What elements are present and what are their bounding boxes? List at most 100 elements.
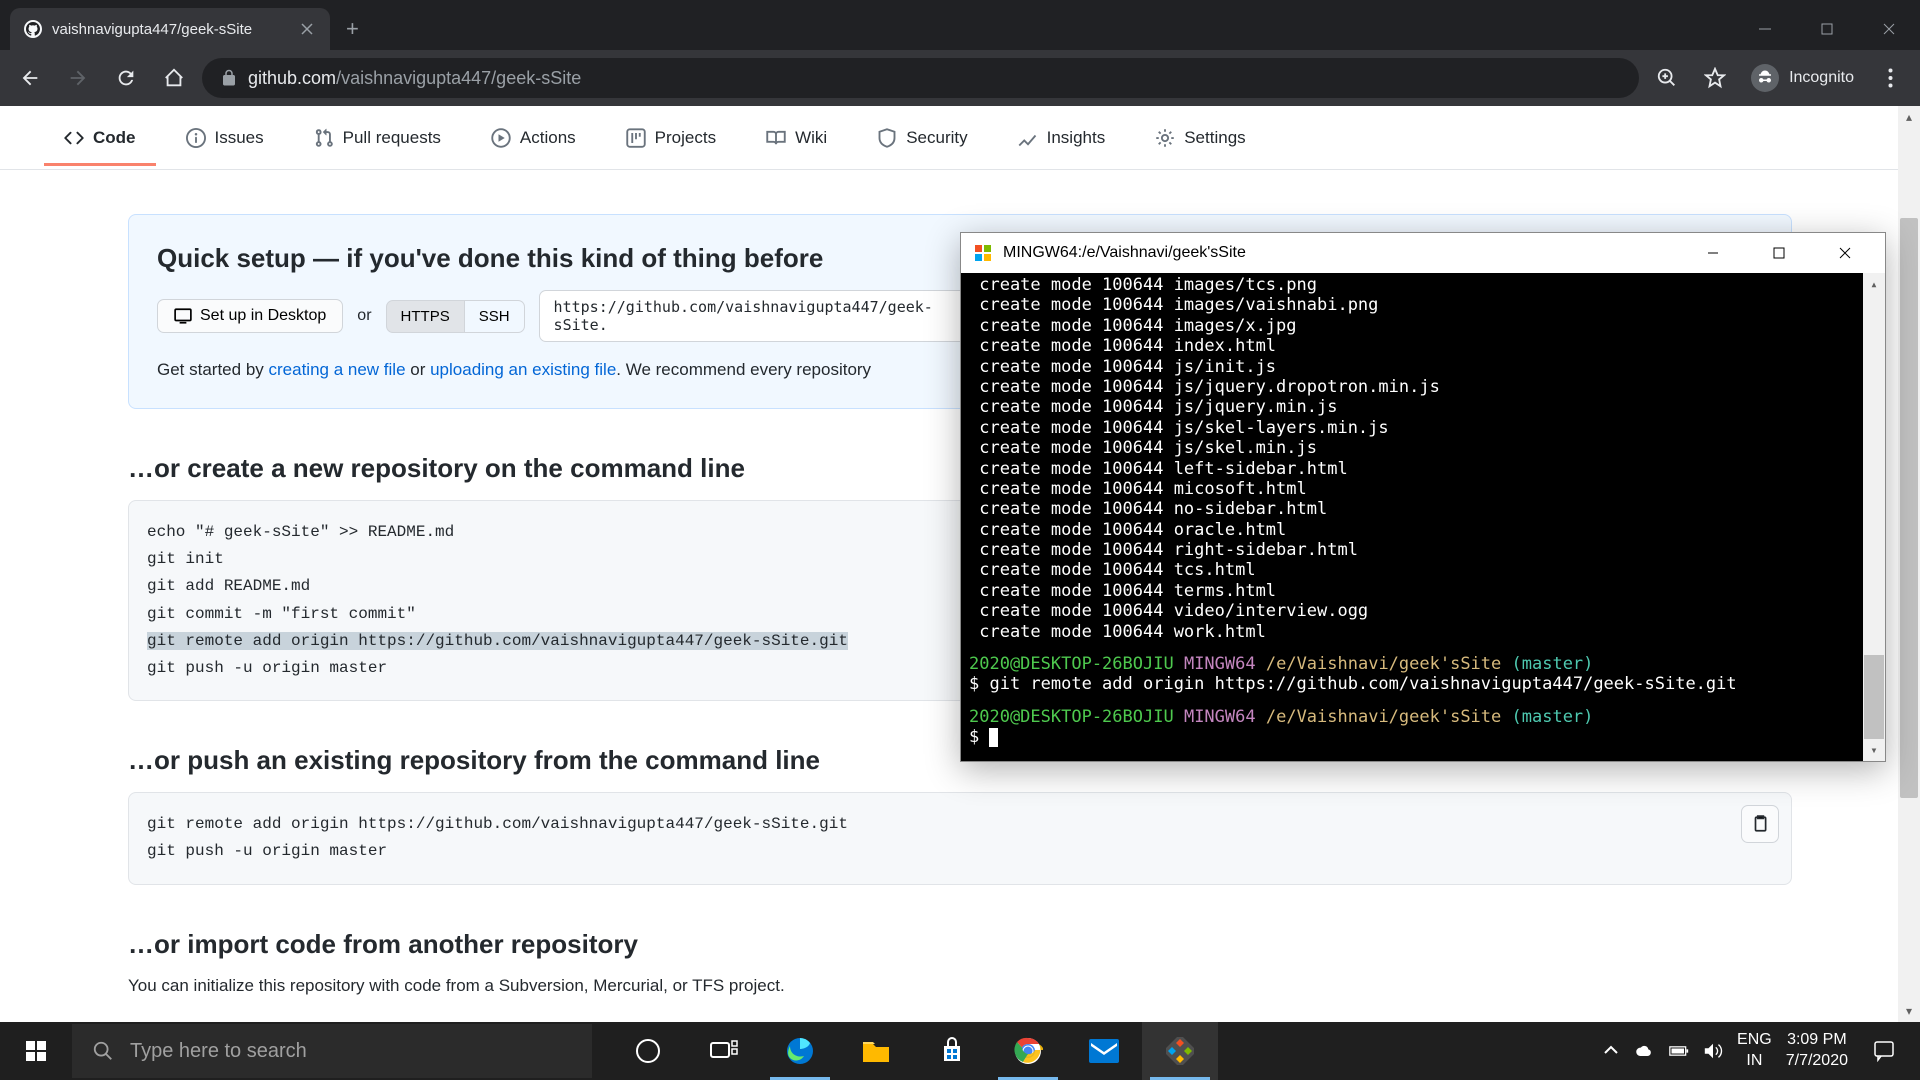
home-button[interactable] <box>154 58 194 98</box>
chrome-icon[interactable] <box>990 1022 1066 1080</box>
lock-icon <box>220 69 238 87</box>
browser-tab-strip: vaishnavigupta447/geek-sSite + <box>0 0 1920 50</box>
create-file-link[interactable]: creating a new file <box>269 360 406 379</box>
search-placeholder: Type here to search <box>130 1040 307 1063</box>
window-controls <box>1734 8 1920 50</box>
tab-insights[interactable]: Insights <box>998 110 1126 166</box>
terminal-scrollbar[interactable]: ▴ ▾ <box>1863 273 1885 761</box>
back-button[interactable] <box>10 58 50 98</box>
projects-icon <box>626 128 646 148</box>
close-icon[interactable] <box>1858 8 1920 50</box>
desktop-icon <box>174 307 192 325</box>
protocol-toggle: HTTPS SSH <box>386 300 525 333</box>
copy-button[interactable] <box>1741 805 1779 843</box>
push-repo-code[interactable]: git remote add origin https://github.com… <box>128 792 1792 884</box>
language-indicator[interactable]: ENG IN <box>1737 1030 1772 1072</box>
ssh-button[interactable]: SSH <box>465 300 525 333</box>
url-text: github.com/vaishnavigupta447/geek-sSite <box>248 68 581 89</box>
git-bash-icon[interactable] <box>1142 1022 1218 1080</box>
prompt-line: 2020@DESKTOP-26BOJIU MINGW64 /e/Vaishnav… <box>969 654 1877 674</box>
shield-icon <box>877 128 897 148</box>
graph-icon <box>1018 128 1038 148</box>
incognito-badge[interactable]: Incognito <box>1743 64 1862 92</box>
terminal-window: MINGW64:/e/Vaishnavi/geek'sSite create m… <box>960 232 1886 762</box>
https-button[interactable]: HTTPS <box>386 300 465 333</box>
store-icon[interactable] <box>914 1022 990 1080</box>
terminal-body[interactable]: create mode 100644 images/tcs.png create… <box>961 273 1885 761</box>
onedrive-icon[interactable] <box>1635 1041 1655 1061</box>
edge-icon[interactable] <box>762 1022 838 1080</box>
terminal-title: MINGW64:/e/Vaishnavi/geek'sSite <box>1003 244 1675 262</box>
maximize-icon[interactable] <box>1796 8 1858 50</box>
tray-chevron-icon[interactable] <box>1601 1041 1621 1061</box>
tab-wiki[interactable]: Wiki <box>746 110 847 166</box>
cortana-icon[interactable] <box>610 1022 686 1080</box>
bookmark-star-icon[interactable] <box>1695 58 1735 98</box>
browser-tab[interactable]: vaishnavigupta447/geek-sSite <box>10 8 330 50</box>
forward-button[interactable] <box>58 58 98 98</box>
search-icon <box>92 1040 114 1062</box>
incognito-icon <box>1751 64 1779 92</box>
or-text: or <box>357 307 371 325</box>
incognito-label: Incognito <box>1789 69 1854 87</box>
term-scroll-down-icon[interactable]: ▾ <box>1863 739 1885 761</box>
term-close-icon[interactable] <box>1817 233 1873 273</box>
mingw-icon <box>973 243 993 263</box>
mail-icon[interactable] <box>1066 1022 1142 1080</box>
tab-pulls[interactable]: Pull requests <box>294 110 461 166</box>
term-scroll-thumb[interactable] <box>1864 655 1884 739</box>
term-scroll-up-icon[interactable]: ▴ <box>1863 273 1885 295</box>
start-button[interactable] <box>0 1022 72 1080</box>
pull-request-icon <box>314 128 334 148</box>
battery-icon[interactable] <box>1669 1041 1689 1061</box>
tab-projects[interactable]: Projects <box>606 110 736 166</box>
tab-title: vaishnavigupta447/geek-sSite <box>52 21 288 38</box>
tab-issues[interactable]: Issues <box>166 110 284 166</box>
new-tab-button[interactable]: + <box>330 8 375 50</box>
tab-actions[interactable]: Actions <box>471 110 596 166</box>
minimize-icon[interactable] <box>1734 8 1796 50</box>
upload-file-link[interactable]: uploading an existing file <box>430 360 616 379</box>
scroll-thumb[interactable] <box>1900 218 1918 798</box>
scroll-down-icon[interactable]: ▾ <box>1898 1000 1920 1022</box>
reload-button[interactable] <box>106 58 146 98</box>
command-line: $ git remote add origin https://github.c… <box>969 674 1877 694</box>
tab-settings[interactable]: Settings <box>1135 110 1265 166</box>
cursor-icon <box>989 728 998 747</box>
gear-icon <box>1155 128 1175 148</box>
tab-code[interactable]: Code <box>44 110 156 166</box>
address-bar[interactable]: github.com/vaishnavigupta447/geek-sSite <box>202 58 1639 98</box>
task-view-icon[interactable] <box>686 1022 762 1080</box>
prompt-line-2: 2020@DESKTOP-26BOJIU MINGW64 /e/Vaishnav… <box>969 707 1877 727</box>
volume-icon[interactable] <box>1703 1041 1723 1061</box>
wiki-icon <box>766 128 786 148</box>
code-icon <box>64 128 84 148</box>
menu-icon[interactable] <box>1870 58 1910 98</box>
taskbar: Type here to search ENG IN 3:09 PM 7/7/2… <box>0 1022 1920 1080</box>
explorer-icon[interactable] <box>838 1022 914 1080</box>
push-repo-section: …or push an existing repository from the… <box>128 745 1792 884</box>
import-desc: You can initialize this repository with … <box>128 976 1792 996</box>
clipboard-icon <box>1751 815 1769 833</box>
page-scrollbar[interactable]: ▴ ▾ <box>1898 106 1920 1022</box>
tab-close-icon[interactable] <box>298 20 316 38</box>
scroll-up-icon[interactable]: ▴ <box>1898 106 1920 128</box>
repo-nav: Code Issues Pull requests Actions Projec… <box>0 106 1920 170</box>
taskbar-search[interactable]: Type here to search <box>72 1024 592 1078</box>
prompt-input: $ <box>969 727 1877 747</box>
terminal-titlebar[interactable]: MINGW64:/e/Vaishnavi/geek'sSite <box>961 233 1885 273</box>
issues-icon <box>186 128 206 148</box>
import-title: …or import code from another repository <box>128 929 1792 960</box>
windows-logo-icon <box>24 1039 48 1063</box>
notification-icon[interactable] <box>1862 1022 1906 1080</box>
zoom-icon[interactable] <box>1647 58 1687 98</box>
system-tray: ENG IN 3:09 PM 7/7/2020 <box>1587 1022 1920 1080</box>
repo-url-input[interactable]: https://github.com/vaishnavigupta447/gee… <box>539 290 989 342</box>
term-maximize-icon[interactable] <box>1751 233 1807 273</box>
tab-security[interactable]: Security <box>857 110 987 166</box>
term-minimize-icon[interactable] <box>1685 233 1741 273</box>
clock[interactable]: 3:09 PM 7/7/2020 <box>1786 1030 1848 1072</box>
import-section: …or import code from another repository … <box>128 929 1792 996</box>
setup-desktop-button[interactable]: Set up in Desktop <box>157 299 343 333</box>
browser-toolbar: github.com/vaishnavigupta447/geek-sSite … <box>0 50 1920 106</box>
